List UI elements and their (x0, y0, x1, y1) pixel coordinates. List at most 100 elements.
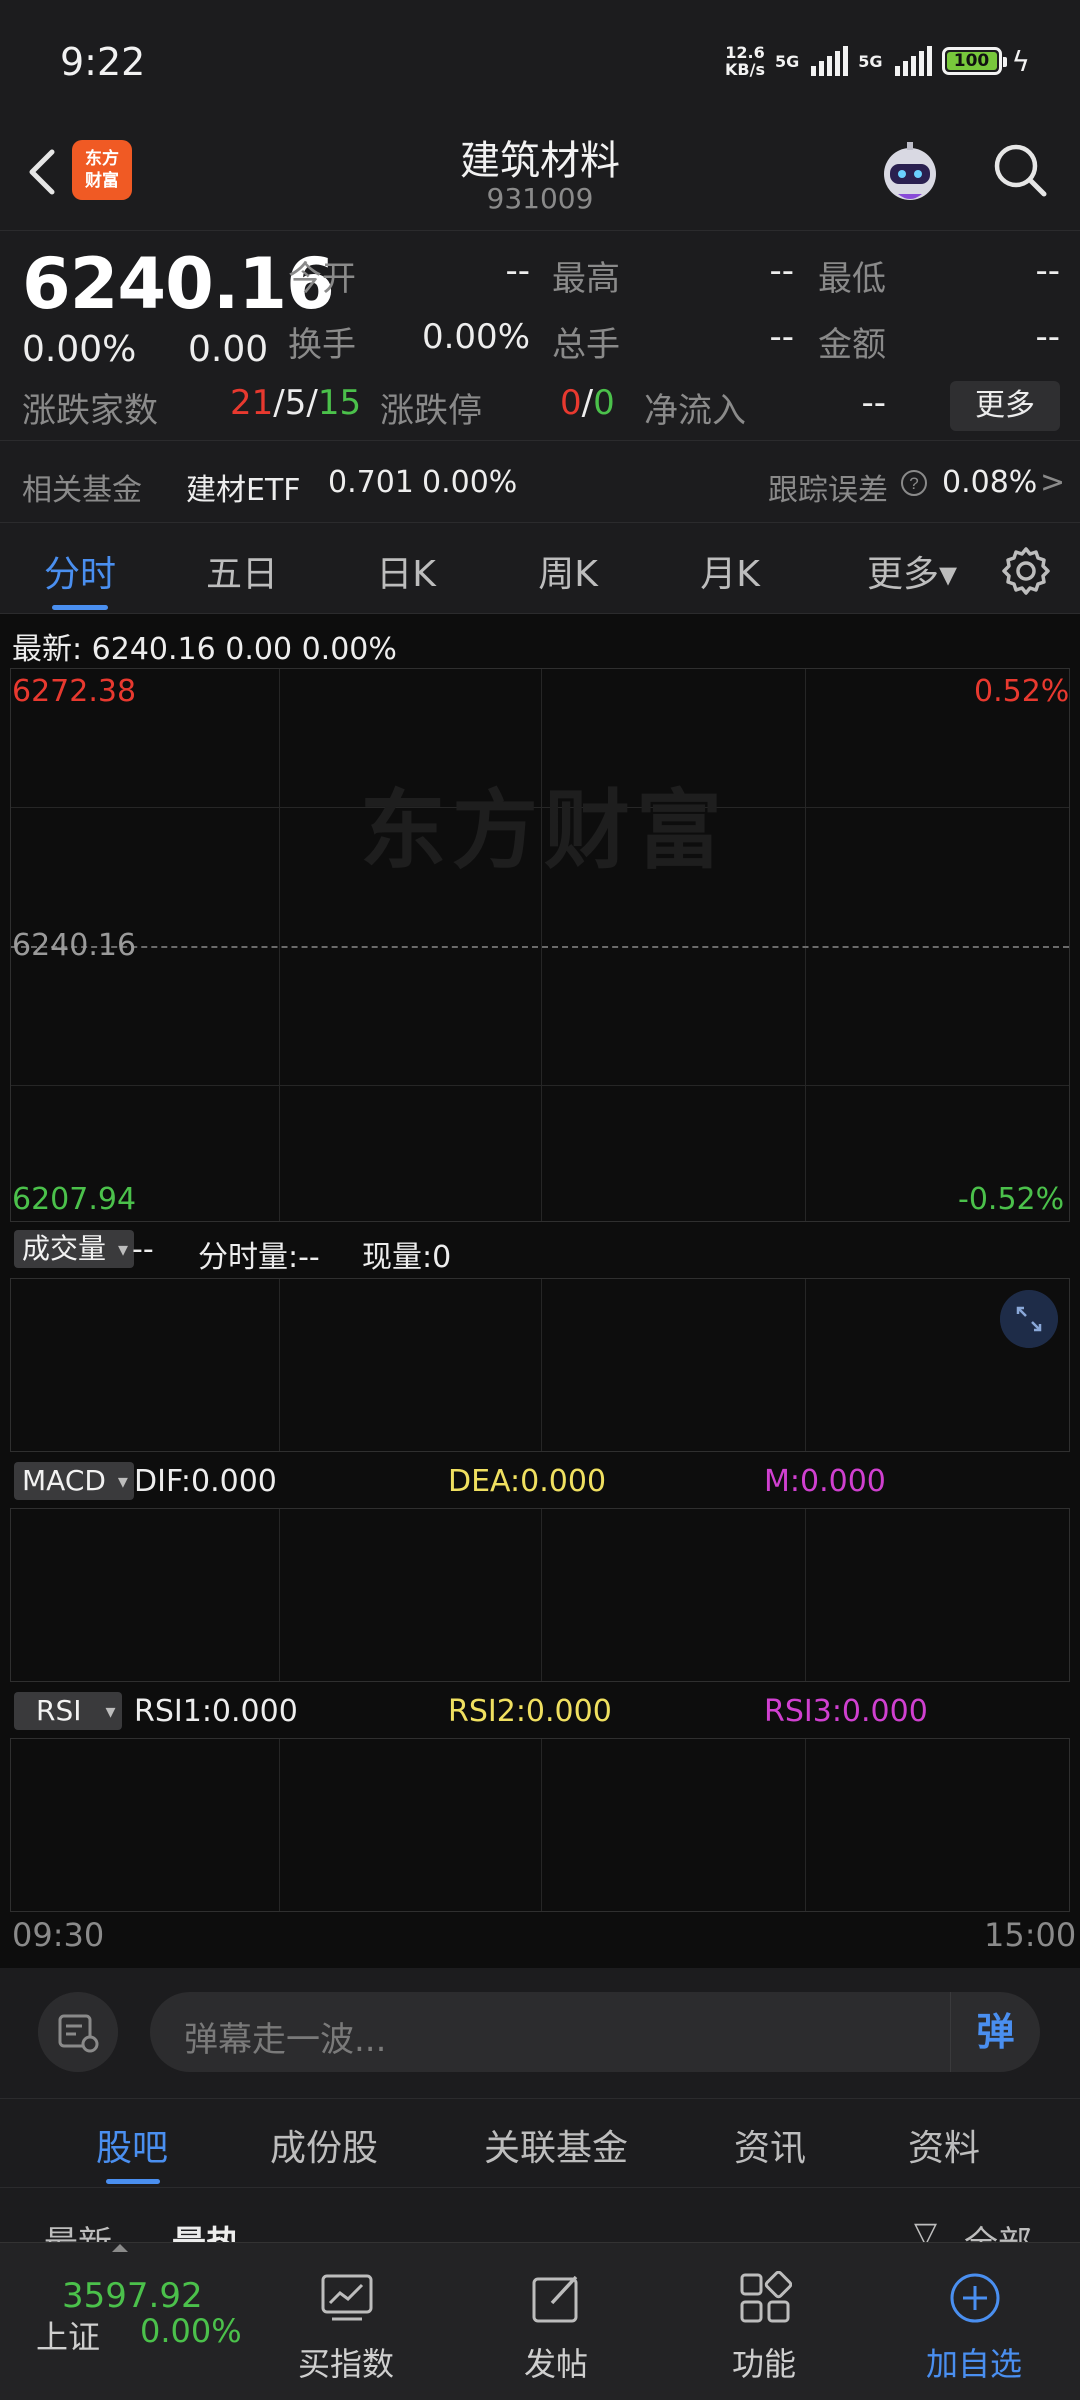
fund-label: 相关基金 (22, 473, 142, 508)
signal-icon-2 (894, 46, 932, 76)
svg-text:?: ? (909, 474, 918, 493)
chevron-right-icon: > (1040, 465, 1066, 500)
tab-five-day[interactable]: 五日 (182, 545, 302, 597)
up-count: 21 (230, 383, 274, 423)
nav-functions[interactable]: 功能 (664, 2243, 864, 2400)
low-value: -- (1035, 251, 1060, 291)
caret-up-icon (112, 2244, 128, 2252)
battery-icon: 100 (941, 47, 1007, 75)
tab-intraday[interactable]: 分时 (20, 545, 140, 597)
danmaku-send-button[interactable]: 弹 (950, 1992, 1040, 2072)
quote-panel: 6240.16 0.00% 0.00 今开 -- 最高 -- 最低 -- 换手 … (0, 230, 1080, 431)
signal-icon (811, 46, 849, 76)
index-price: 3597.92 (62, 2276, 203, 2316)
gear-icon[interactable] (1000, 545, 1052, 597)
turnover-value: 0.00% (421, 317, 530, 357)
net-speed: 12.6 KB/s (725, 44, 765, 78)
open-label: 今开 (288, 259, 356, 299)
updown-label: 涨跌家数 (22, 391, 158, 431)
tab-profile[interactable]: 资料 (908, 2119, 980, 2171)
chart-period-tabs: 分时 五日 日K 周K 月K 更多▾ (0, 522, 1080, 614)
track-label: 跟踪误差 (768, 473, 888, 508)
y-axis-bottom: 6207.94 (12, 1182, 137, 1217)
edit-icon (532, 2275, 578, 2323)
track-value: 0.08% (942, 465, 1038, 500)
tab-daily-k[interactable]: 日K (346, 545, 466, 597)
nav-buy-index[interactable]: 买指数 (246, 2243, 446, 2400)
tab-more[interactable]: 更多▾ (842, 545, 982, 597)
tab-forum[interactable]: 股吧 (96, 2119, 168, 2171)
sep: / (273, 383, 285, 423)
status-icons: 12.6 KB/s 5G 5G 100 ϟ (725, 44, 1030, 78)
chart-trend-icon (321, 2274, 373, 2321)
forum-filter-row: 最新 最热 ▽ 全部 (0, 2188, 1080, 2248)
change-value: 0.00 (188, 329, 269, 370)
tab-news[interactable]: 资讯 (734, 2119, 806, 2171)
danmaku-input[interactable]: 弹幕走一波... (150, 1992, 1040, 2072)
tab-indicator (52, 605, 108, 610)
limit-label: 涨跌停 (380, 391, 482, 431)
netflow-value: -- (861, 383, 886, 423)
expand-icon[interactable] (1000, 1290, 1058, 1348)
y-axis-top: 6272.38 (12, 674, 137, 709)
volume-indicator-select[interactable]: 成交量 (14, 1230, 135, 1268)
volume-label: 总手 (552, 325, 620, 365)
macd-m: M:0.000 (764, 1464, 886, 1499)
tab-constituents[interactable]: 成份股 (270, 2119, 378, 2171)
nav-add-watchlist-label: 加自选 (925, 2345, 1022, 2383)
flat-count: 5 (284, 383, 307, 423)
danmaku-bar: 弹幕走一波... 弹 (0, 1968, 1080, 2098)
rsi-panel[interactable] (10, 1738, 1070, 1912)
fund-price: 0.701 (328, 465, 414, 500)
amount-label: 金额 (818, 325, 886, 365)
tab-related-funds[interactable]: 关联基金 (484, 2119, 628, 2171)
rsi-indicator-select[interactable]: RSI (14, 1692, 122, 1730)
sub-tab-indicator (106, 2179, 160, 2184)
fund-name: 建材ETF (186, 473, 301, 508)
help-icon[interactable]: ? (900, 469, 928, 497)
limit-down-count: 0 (593, 383, 615, 423)
limit-counts: 0/0 (560, 383, 615, 423)
volume-value: -- (769, 317, 794, 357)
latest-quote-line: 最新: 6240.16 0.00 0.00% (12, 632, 397, 667)
index-name: 上证 (36, 2318, 101, 2356)
net-speed-unit: KB/s (725, 60, 765, 79)
status-time: 9:22 (60, 40, 146, 84)
macd-panel[interactable] (10, 1508, 1070, 1682)
open-value: -- (505, 251, 530, 291)
macd-indicator-select[interactable]: MACD (14, 1462, 134, 1500)
danmaku-placeholder: 弹幕走一波... (184, 2020, 387, 2060)
robot-assistant-icon[interactable] (872, 134, 948, 210)
price-chart-panel[interactable] (10, 668, 1070, 1222)
nav-buy-index-label: 买指数 (297, 2345, 394, 2383)
high-label: 最高 (552, 259, 620, 299)
more-button[interactable]: 更多 (950, 381, 1060, 431)
limit-up-count: 0 (560, 383, 582, 423)
updown-counts: 21/5/15 (230, 383, 361, 423)
change-percent: 0.00% (22, 329, 137, 370)
time-axis-end: 15:00 (984, 1916, 1077, 1954)
sep: / (581, 383, 594, 423)
nav-functions-label: 功能 (731, 2345, 796, 2383)
volume-dash: -- (132, 1232, 154, 1267)
macd-dea: DEA:0.000 (448, 1464, 607, 1499)
search-icon[interactable] (990, 140, 1050, 200)
turnover-label: 换手 (288, 325, 356, 365)
pct-axis-top: 0.52% (974, 674, 1070, 709)
nav-add-watchlist[interactable]: 加自选 (874, 2243, 1074, 2400)
related-fund-row[interactable]: 相关基金 建材ETF 0.701 0.00% 跟踪误差 ? 0.08% > (0, 440, 1080, 520)
tab-weekly-k[interactable]: 周K (508, 545, 628, 597)
add-circle-icon (950, 2273, 1000, 2323)
fund-pct: 0.00% (422, 465, 518, 500)
tab-monthly-k[interactable]: 月K (670, 545, 790, 597)
netflow-label: 净流入 (644, 391, 746, 431)
danmaku-settings-icon[interactable] (38, 1992, 118, 2072)
rsi-2: RSI2:0.000 (448, 1694, 612, 1729)
time-axis-start: 09:30 (12, 1916, 105, 1954)
grid-icon (740, 2271, 792, 2323)
volume-panel[interactable] (10, 1278, 1070, 1452)
nav-post[interactable]: 发帖 (456, 2243, 656, 2400)
rsi-3: RSI3:0.000 (764, 1694, 928, 1729)
content-tabs: 股吧 成份股 关联基金 资讯 资料 (0, 2098, 1080, 2188)
rsi-1: RSI1:0.000 (134, 1694, 298, 1729)
